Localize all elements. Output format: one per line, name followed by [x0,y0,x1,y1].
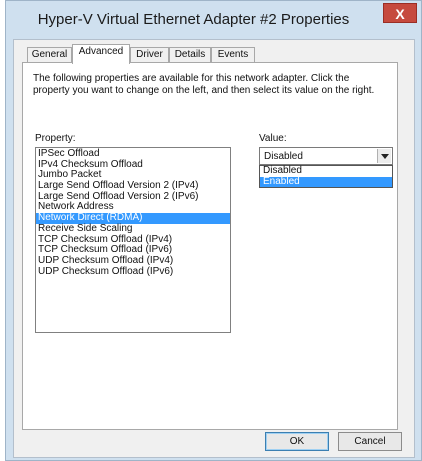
value-dropdown-current: Disabled [264,151,303,162]
value-dropdown[interactable]: Disabled [259,147,393,165]
advanced-tab-panel: The following properties are available f… [22,62,398,430]
window-title: Hyper-V Virtual Ethernet Adapter #2 Prop… [37,11,350,28]
property-list-item[interactable]: UDP Checksum Offload (IPv6) [36,266,230,278]
value-label: Value: [259,133,287,144]
property-listbox[interactable]: IPSec Offload IPv4 Checksum Offload Jumbo … [35,147,231,333]
title-bar[interactable]: Hyper-V Virtual Ethernet Adapter #2 Prop… [6,1,421,39]
close-button[interactable]: X [383,3,417,23]
tab-advanced[interactable]: Advanced [72,44,130,64]
description-text: The following properties are available f… [33,73,375,96]
property-label: Property: [35,133,76,144]
value-option[interactable]: Disabled [260,165,392,177]
ok-button[interactable]: OK [265,432,329,451]
cancel-button[interactable]: Cancel [338,432,402,451]
tab-events[interactable]: Events [211,47,255,63]
tab-details[interactable]: Details [169,47,211,63]
chevron-down-icon[interactable] [377,149,391,163]
dialog-body: General Advanced Driver Details Events T… [13,39,415,458]
tab-general[interactable]: General [27,47,72,63]
property-list-item[interactable]: Receive Side Scaling [36,223,230,235]
value-dropdown-list[interactable]: Disabled Enabled [259,165,393,188]
property-list-item[interactable]: UDP Checksum Offload (IPv4) [36,255,230,267]
tab-driver[interactable]: Driver [130,47,169,63]
value-option[interactable]: Enabled [260,176,392,187]
properties-window: Hyper-V Virtual Ethernet Adapter #2 Prop… [5,0,422,461]
